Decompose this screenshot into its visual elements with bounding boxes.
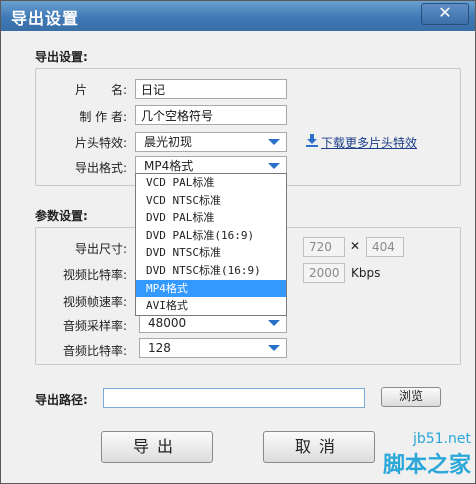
video-framerate-label: 视频帧速率: bbox=[62, 295, 127, 309]
intro-effect-value: 晨光初现 bbox=[144, 135, 193, 149]
format-option[interactable]: VCD NTSC标准 bbox=[136, 192, 286, 210]
format-option[interactable]: DVD PAL标准 bbox=[136, 209, 286, 227]
format-option[interactable]: MP4格式 bbox=[136, 279, 286, 298]
width-input[interactable] bbox=[303, 237, 345, 257]
audio-bitrate-label: 音频比特率: bbox=[62, 344, 127, 358]
browse-button[interactable]: 浏览 bbox=[381, 387, 441, 407]
times-sign: ✕ bbox=[350, 239, 361, 253]
title-bar: 导出设置 ✕ bbox=[1, 1, 475, 31]
export-path-label: 导出路径: bbox=[35, 393, 88, 407]
watermark-site-name: 脚本之家 bbox=[382, 453, 471, 478]
download-more-intro-link[interactable]: 下载更多片头特效 bbox=[321, 134, 417, 151]
export-size-label: 导出尺寸: bbox=[74, 242, 127, 256]
format-option[interactable]: AVI格式 bbox=[136, 297, 286, 315]
intro-effect-select[interactable]: 晨光初现 bbox=[135, 132, 287, 152]
chevron-down-icon bbox=[268, 345, 280, 351]
export-format-dropdown-list[interactable]: VCD PAL标准 VCD NTSC标准 DVD PAL标准 DVD PAL标准(16… bbox=[135, 173, 287, 316]
format-option[interactable]: DVD NTSC标准(16:9) bbox=[136, 262, 286, 280]
audio-sample-rate-label: 音频采样率: bbox=[62, 319, 127, 333]
chevron-down-icon bbox=[268, 163, 280, 169]
export-path-input[interactable] bbox=[103, 388, 365, 408]
close-button[interactable]: ✕ bbox=[421, 3, 469, 25]
download-icon[interactable] bbox=[305, 133, 319, 147]
author-input[interactable] bbox=[135, 105, 287, 125]
audio-sample-rate-select[interactable]: 48000 bbox=[139, 313, 287, 333]
title-label: 片 名: bbox=[74, 83, 127, 97]
export-format-label: 导出格式: bbox=[74, 161, 127, 175]
window-title: 导出设置 bbox=[11, 9, 80, 28]
param-settings-section-title: 参数设置: bbox=[35, 209, 88, 223]
bitrate-unit: Kbps bbox=[351, 266, 381, 280]
format-option[interactable]: VCD PAL标准 bbox=[136, 174, 286, 192]
audio-bitrate-value: 128 bbox=[148, 341, 171, 355]
audio-sample-rate-value: 48000 bbox=[148, 316, 187, 330]
export-settings-dialog: 导出设置 ✕ 导出设置: 片 名: 制 作 者: 片头特效: 晨光初现 下载更多… bbox=[0, 0, 476, 484]
video-bitrate-input[interactable] bbox=[303, 263, 345, 283]
title-input[interactable] bbox=[135, 79, 287, 99]
watermark: jb51.net 脚本之家 bbox=[383, 431, 471, 479]
format-option[interactable]: DVD NTSC标准 bbox=[136, 244, 286, 262]
cancel-button[interactable]: 取消 bbox=[263, 431, 375, 463]
intro-effect-label: 片头特效: bbox=[74, 136, 127, 150]
chevron-down-icon bbox=[268, 320, 280, 326]
export-button[interactable]: 导出 bbox=[101, 431, 213, 463]
chevron-down-icon bbox=[268, 139, 280, 145]
author-label: 制 作 者: bbox=[79, 110, 127, 124]
height-input[interactable] bbox=[366, 237, 404, 257]
audio-bitrate-select[interactable]: 128 bbox=[139, 338, 287, 358]
watermark-domain: jb51.net bbox=[412, 431, 471, 447]
export-settings-section-title: 导出设置: bbox=[35, 50, 88, 64]
export-format-value: MP4格式 bbox=[144, 159, 194, 173]
format-option[interactable]: DVD PAL标准(16:9) bbox=[136, 227, 286, 245]
video-bitrate-label: 视频比特率: bbox=[62, 268, 127, 282]
